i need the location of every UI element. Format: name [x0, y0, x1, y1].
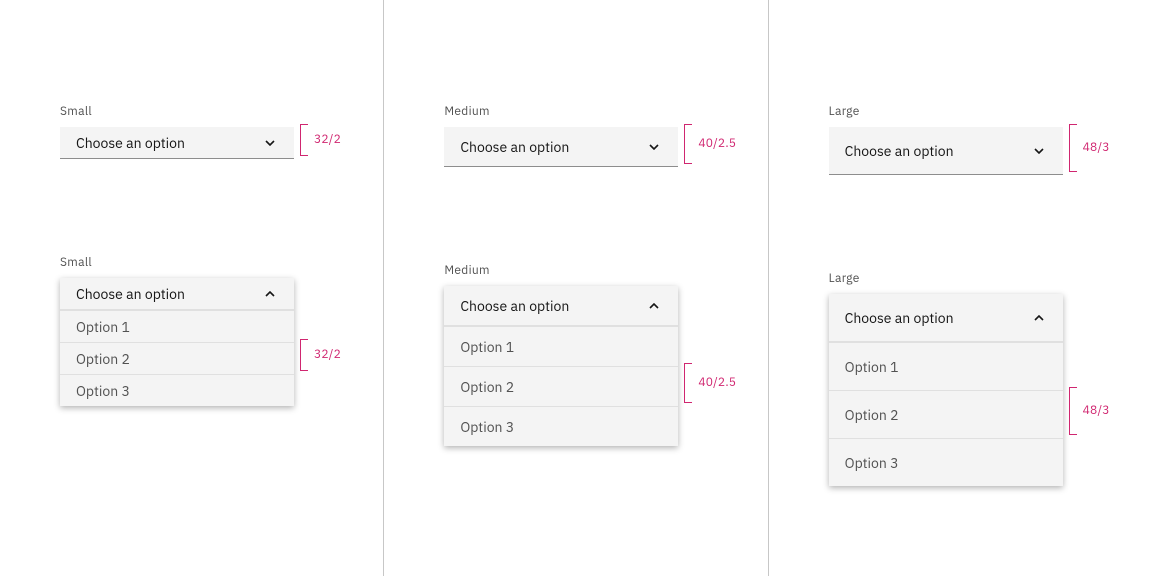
dropdown-placeholder: Choose an option	[460, 138, 569, 156]
field-label-large: Large	[829, 104, 1092, 119]
spec-label: 32/2	[314, 134, 341, 146]
dropdown-option[interactable]: Option 1	[829, 342, 1063, 390]
chevron-down-icon	[646, 139, 662, 155]
column-medium: Medium Choose an option 40/2.5 Medium Ch…	[384, 0, 768, 576]
variant-medium-closed: Medium Choose an option 40/2.5	[444, 104, 707, 167]
dropdown-medium-closed[interactable]: Choose an option	[444, 127, 678, 167]
spec-label: 48/3	[1083, 142, 1110, 154]
chevron-up-icon	[646, 298, 662, 314]
dropdown-option[interactable]: Option 1	[60, 310, 294, 342]
spec-label: 48/3	[1083, 405, 1110, 417]
dropdown-placeholder: Choose an option	[845, 142, 954, 160]
field-label-large: Large	[829, 271, 1092, 286]
spec-large-closed: 48/3	[1069, 124, 1110, 172]
dropdown-placeholder: Choose an option	[845, 309, 954, 327]
dropdown-option[interactable]: Option 2	[829, 390, 1063, 438]
spec-canvas: Small Choose an option 32/2 Small Choose…	[0, 0, 1152, 576]
dropdown-medium-open-header[interactable]: Choose an option	[444, 286, 678, 326]
spec-small-open: 32/2	[300, 339, 341, 371]
field-label-small: Small	[60, 255, 323, 270]
dropdown-small-open: Choose an option Option 1 Option 2 Optio…	[60, 278, 294, 406]
variant-small-closed: Small Choose an option 32/2	[60, 104, 323, 159]
dropdown-medium-open: Choose an option Option 1 Option 2 Optio…	[444, 286, 678, 446]
dropdown-placeholder: Choose an option	[460, 297, 569, 315]
column-small: Small Choose an option 32/2 Small Choose…	[0, 0, 384, 576]
dropdown-option[interactable]: Option 2	[60, 342, 294, 374]
variant-large-open: Large Choose an option Option 1 Option 2…	[829, 271, 1092, 486]
column-large: Large Choose an option 48/3 Large Choose…	[769, 0, 1152, 576]
dropdown-large-closed[interactable]: Choose an option	[829, 127, 1063, 175]
spec-medium-open: 40/2.5	[684, 363, 736, 403]
dropdown-option[interactable]: Option 3	[60, 374, 294, 406]
chevron-down-icon	[262, 135, 278, 151]
spec-label: 40/2.5	[698, 377, 736, 389]
dropdown-large-open: Choose an option Option 1 Option 2 Optio…	[829, 294, 1063, 486]
spec-large-open: 48/3	[1069, 387, 1110, 435]
field-label-medium: Medium	[444, 263, 707, 278]
spec-small-closed: 32/2	[300, 124, 341, 156]
chevron-up-icon	[1031, 310, 1047, 326]
dropdown-option[interactable]: Option 3	[444, 406, 678, 446]
chevron-down-icon	[1031, 143, 1047, 159]
spec-label: 40/2.5	[698, 138, 736, 150]
dropdown-option[interactable]: Option 2	[444, 366, 678, 406]
variant-medium-open: Medium Choose an option Option 1 Option …	[444, 263, 707, 446]
spec-medium-closed: 40/2.5	[684, 124, 736, 164]
dropdown-option[interactable]: Option 1	[444, 326, 678, 366]
variant-small-open: Small Choose an option Option 1 Option 2…	[60, 255, 323, 406]
dropdown-large-open-header[interactable]: Choose an option	[829, 294, 1063, 342]
field-label-small: Small	[60, 104, 323, 119]
dropdown-placeholder: Choose an option	[76, 285, 185, 303]
dropdown-small-closed[interactable]: Choose an option	[60, 127, 294, 159]
spec-label: 32/2	[314, 349, 341, 361]
dropdown-placeholder: Choose an option	[76, 134, 185, 152]
dropdown-small-open-header[interactable]: Choose an option	[60, 278, 294, 310]
field-label-medium: Medium	[444, 104, 707, 119]
chevron-up-icon	[262, 286, 278, 302]
dropdown-option[interactable]: Option 3	[829, 438, 1063, 486]
variant-large-closed: Large Choose an option 48/3	[829, 104, 1092, 175]
